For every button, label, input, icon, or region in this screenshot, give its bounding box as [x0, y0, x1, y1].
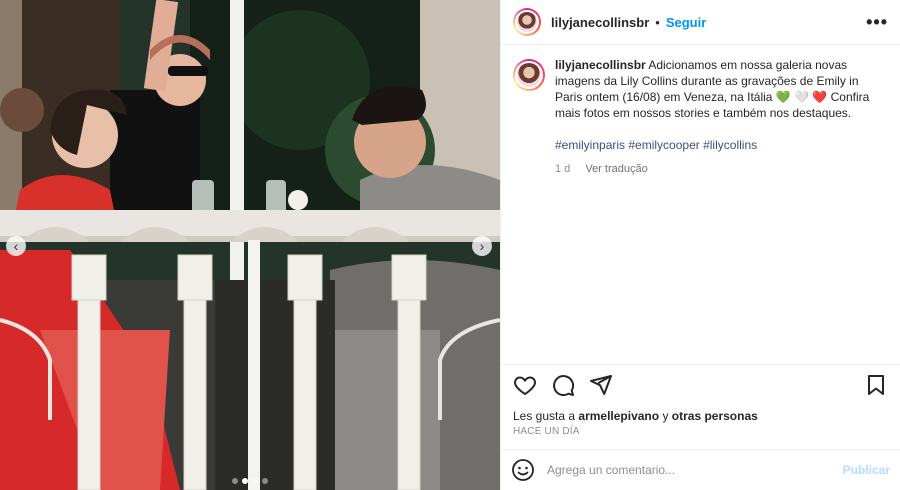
carousel-dot — [232, 478, 238, 484]
separator-dot: • — [655, 14, 660, 30]
caption-username[interactable]: lilyjanecollinsbr — [555, 58, 646, 72]
caption-body: lilyjanecollinsbr Adicionamos em nossa g… — [555, 57, 871, 177]
carousel-next-button[interactable]: › — [472, 236, 492, 256]
carousel-prev-button[interactable]: ‹ — [6, 236, 26, 256]
likes-connector: y — [662, 409, 669, 423]
comment-input[interactable] — [545, 462, 843, 478]
likes-prefix: Les gusta a — [513, 409, 576, 423]
caption: lilyjanecollinsbr Adicionamos em nossa g… — [513, 57, 888, 177]
caption-avatar[interactable] — [513, 59, 545, 91]
instagram-post: ‹ › lilyjanecollinsbr • Seguir ••• lilyj… — [0, 0, 900, 490]
hashtags: #emilyinparis #emilycooper #lilycollins — [555, 137, 871, 153]
post-sidebar: lilyjanecollinsbr • Seguir ••• lilyjanec… — [500, 0, 900, 490]
photo-scene — [0, 0, 500, 490]
see-translation-link[interactable]: Ver tradução — [585, 163, 647, 175]
follow-button[interactable]: Seguir — [666, 15, 706, 30]
likes-summary: Les gusta a armellepivano y otras person… — [501, 408, 900, 424]
bookmark-icon[interactable] — [864, 373, 888, 397]
carousel-dot — [252, 478, 258, 484]
heart-icon[interactable] — [513, 373, 537, 397]
hashtag-link[interactable]: #emilycooper — [628, 138, 699, 152]
avatar[interactable] — [513, 8, 541, 36]
post-timestamp: HACE UN DÍA — [513, 426, 580, 437]
post-photo[interactable]: ‹ › — [0, 0, 500, 490]
comments-area: lilyjanecollinsbr Adicionamos em nossa g… — [501, 45, 900, 364]
share-icon[interactable] — [589, 373, 613, 397]
carousel-dot-active — [242, 478, 248, 484]
liker-username[interactable]: armellepivano — [578, 409, 659, 423]
emoji-icon[interactable] — [511, 458, 535, 482]
caption-meta: 1 d Ver tradução — [555, 161, 871, 177]
hashtag-link[interactable]: #emilyinparis — [555, 138, 625, 152]
more-options-icon[interactable]: ••• — [866, 12, 888, 33]
caption-age: 1 d — [555, 163, 571, 175]
chevron-left-icon: ‹ — [13, 238, 19, 254]
carousel-dot — [262, 478, 268, 484]
other-likers-link[interactable]: otras personas — [672, 409, 758, 423]
comment-composer: Publicar — [501, 449, 900, 490]
chevron-right-icon: › — [479, 238, 485, 254]
hashtag-link[interactable]: #lilycollins — [703, 138, 757, 152]
action-bar — [501, 364, 900, 405]
comment-icon[interactable] — [551, 373, 575, 397]
post-header: lilyjanecollinsbr • Seguir ••• — [501, 0, 900, 45]
carousel-indicator — [0, 478, 500, 484]
publish-button[interactable]: Publicar — [843, 463, 890, 477]
header-username[interactable]: lilyjanecollinsbr — [551, 15, 649, 30]
